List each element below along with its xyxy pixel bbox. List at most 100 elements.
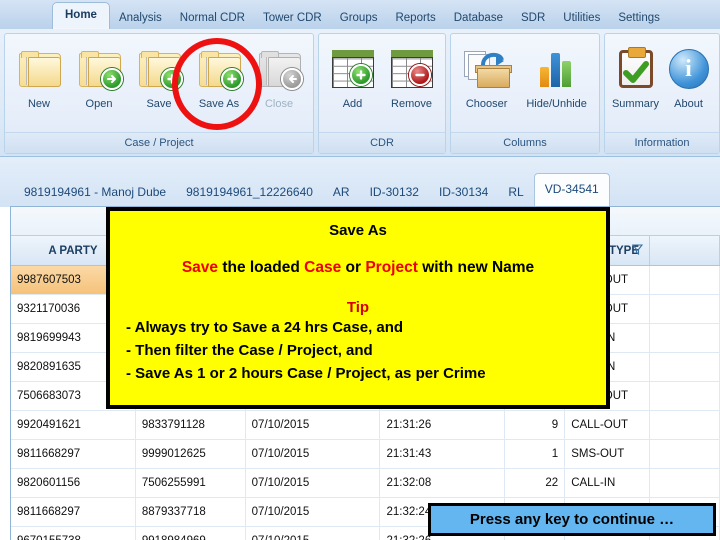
ribbon-tab-settings[interactable]: Settings [609, 6, 669, 30]
cell-b-party: 9918984969 [135, 527, 246, 540]
ribbon-tab-strip: Home Analysis Normal CDR Tower CDR Group… [0, 0, 720, 31]
ribbon-tab-utilities[interactable]: Utilities [554, 6, 609, 30]
callout-tip-item: - Always try to Save a 24 hrs Case, and [126, 319, 404, 336]
folder-plus-icon [139, 42, 183, 96]
ribbon-tab-normal-cdr[interactable]: Normal CDR [171, 6, 254, 30]
new-button-label: New [27, 98, 50, 110]
cell-date: 07/10/2015 [245, 440, 381, 468]
summary-button[interactable]: Summary [609, 38, 662, 110]
cell-time: 21:31:43 [380, 440, 506, 468]
document-tab-id-30134[interactable]: ID-30134 [429, 177, 498, 207]
save-button[interactable]: Save [129, 38, 189, 110]
save-as-button-label: Save As [198, 98, 240, 110]
column-chooser-label: Chooser [465, 98, 508, 110]
document-tab-number[interactable]: 9819194961_12226640 [176, 177, 323, 207]
add-cdr-label: Add [342, 98, 363, 110]
cell-date: 07/10/2015 [245, 411, 381, 439]
save-button-label: Save [146, 98, 172, 110]
open-button[interactable]: Open [69, 38, 129, 110]
save-as-callout: Save As Save the loaded Case or Project … [106, 207, 610, 409]
cell-date: 07/10/2015 [245, 498, 381, 526]
cell-a-party: 9670155738 [11, 527, 136, 540]
column-chooser-button[interactable]: Chooser [455, 38, 518, 110]
hide-unhide-button[interactable]: Hide/Unhide [518, 38, 595, 110]
ribbon-tab-home[interactable]: Home [52, 2, 110, 30]
document-tab-vd-34541[interactable]: VD-34541 [533, 173, 610, 207]
folder-arrow-icon [79, 42, 123, 96]
cell-time: 21:32:08 [380, 469, 506, 497]
new-button[interactable]: New [9, 38, 69, 110]
ribbon-tab-reports[interactable]: Reports [386, 6, 444, 30]
press-any-key-banner[interactable]: Press any key to continue … [428, 503, 716, 536]
cell-duration: 22 [505, 469, 566, 497]
ribbon-group-items: Add Remove [319, 34, 445, 132]
cell-call-type: CALL-IN [565, 469, 651, 497]
ribbon-group-items: Chooser Hide/Unhide [451, 34, 599, 132]
cell-extra [650, 440, 720, 468]
document-tab-rl[interactable]: RL [498, 177, 533, 207]
cell-b-party: 8879337718 [135, 498, 246, 526]
document-tab-id-30132[interactable]: ID-30132 [360, 177, 429, 207]
ribbon-group-items: New Open Save Save As Close [5, 34, 313, 132]
cell-call-type: SMS-OUT [565, 440, 651, 468]
ribbon-tab-tower-cdr[interactable]: Tower CDR [254, 6, 331, 30]
cell-a-party: 9820601156 [11, 469, 136, 497]
application-window: Home Analysis Normal CDR Tower CDR Group… [0, 0, 720, 540]
table-add-icon [331, 42, 374, 96]
callout-word-case: Case [304, 259, 342, 276]
callout-text-mid2: or [341, 259, 366, 276]
about-label: About [674, 98, 703, 110]
ribbon-tab-database[interactable]: Database [445, 6, 512, 30]
ribbon-tab-groups[interactable]: Groups [331, 6, 387, 30]
cell-extra [650, 324, 720, 352]
close-button-label: Close [264, 98, 294, 110]
callout-tip-list: - Always try to Save a 24 hrs Case, and … [120, 317, 596, 385]
cell-a-party: 9920491621 [11, 411, 136, 439]
table-row[interactable]: 9811668297 9999012625 07/10/2015 21:31:4… [11, 440, 720, 469]
cell-extra [650, 353, 720, 381]
cell-b-party: 9999012625 [135, 440, 246, 468]
cell-b-party: 7506255991 [135, 469, 246, 497]
ribbon-tab-analysis[interactable]: Analysis [110, 6, 171, 30]
callout-tip-item: - Then filter the Case / Project, and [126, 341, 373, 359]
cell-a-party: 9811668297 [11, 440, 136, 468]
cell-extra [650, 382, 720, 410]
tab-strip-spacer [0, 0, 52, 30]
ribbon-group-title-cdr: CDR [319, 132, 445, 153]
ribbon-group-items: Summary i About [605, 34, 719, 132]
column-chooser-icon [463, 42, 512, 96]
cell-duration: 9 [505, 411, 566, 439]
cell-extra [650, 266, 720, 294]
ribbon-group-case-project: New Open Save Save As Close Case / Proje… [4, 33, 314, 154]
ribbon-tab-sdr[interactable]: SDR [512, 6, 554, 30]
cell-a-party: 9811668297 [11, 498, 136, 526]
table-row[interactable]: 9920491621 9833791128 07/10/2015 21:31:2… [11, 411, 720, 440]
table-remove-icon [390, 42, 433, 96]
remove-cdr-button[interactable]: Remove [382, 38, 441, 110]
save-as-button[interactable]: Save As [189, 38, 249, 110]
clipboard-check-icon [618, 42, 653, 96]
remove-cdr-label: Remove [391, 98, 432, 110]
cell-extra [650, 295, 720, 323]
callout-description: Save the loaded Case or Project with new… [120, 259, 596, 277]
about-button[interactable]: i About [662, 38, 715, 110]
cell-extra [650, 469, 720, 497]
table-row[interactable]: 9820601156 7506255991 07/10/2015 21:32:0… [11, 469, 720, 498]
close-button[interactable]: Close [249, 38, 309, 110]
funnel-icon[interactable] [631, 243, 644, 258]
ribbon-group-title-case-project: Case / Project [5, 132, 313, 153]
ribbon-group-cdr: Add Remove CDR [318, 33, 446, 154]
hide-unhide-label: Hide/Unhide [526, 98, 587, 110]
column-header-extra[interactable] [650, 236, 720, 265]
ribbon-group-title-information: Information [605, 132, 719, 153]
folder-icon [19, 42, 61, 96]
cell-duration: 1 [505, 440, 566, 468]
cell-date: 07/10/2015 [245, 469, 381, 497]
document-tab-case[interactable]: 9819194961 - Manoj Dube [14, 177, 176, 207]
cell-date: 07/10/2015 [245, 527, 381, 540]
add-cdr-button[interactable]: Add [323, 38, 382, 110]
cell-b-party: 9833791128 [135, 411, 246, 439]
ribbon-group-information: Summary i About Information [604, 33, 720, 154]
bar-chart-icon [539, 42, 574, 96]
document-tab-ar[interactable]: AR [323, 177, 360, 207]
